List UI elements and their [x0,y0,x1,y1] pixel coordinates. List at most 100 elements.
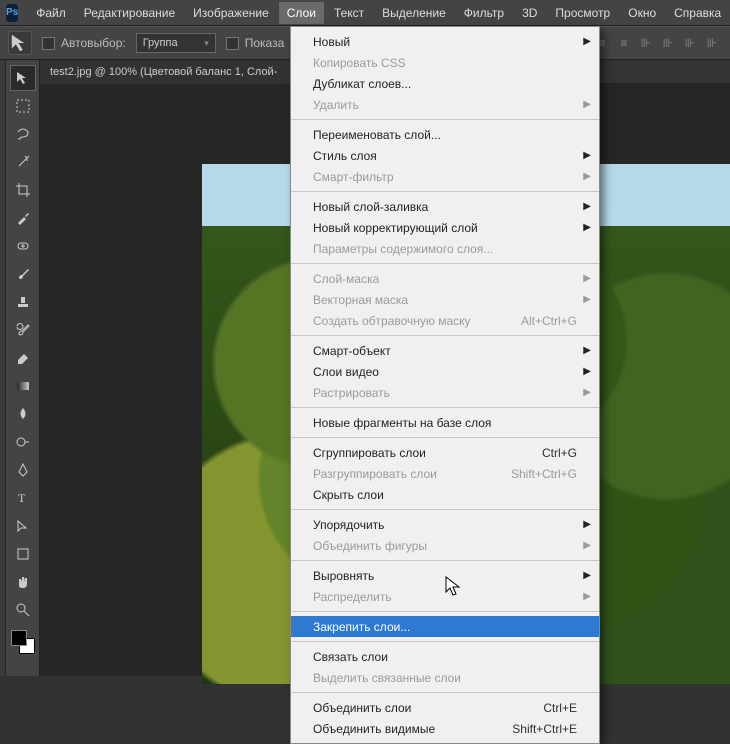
hand-tool[interactable] [10,569,36,595]
document-tab[interactable]: test2.jpg @ 100% (Цветовой баланс 1, Сло… [40,60,300,84]
checkbox-box[interactable] [42,37,55,50]
menu-item-shortcut: Ctrl+G [542,446,577,460]
move-tool-icon[interactable] [8,31,32,55]
stamp-tool[interactable] [10,289,36,315]
panel-strip [0,60,6,676]
submenu-arrow-icon: ▶ [583,540,591,551]
type-tool[interactable]: T [10,485,36,511]
menu-item[interactable]: Объединить слоиCtrl+E [291,697,599,718]
menu-окно[interactable]: Окно [620,2,664,24]
menu-item-shortcut: Shift+Ctrl+E [512,722,577,736]
menu-item-label: Сгруппировать слои [313,446,530,460]
color-swatches[interactable] [11,630,35,654]
eyedropper-tool[interactable] [10,205,36,231]
menu-item-label: Распределить [313,590,577,604]
menu-item[interactable]: Закрепить слои... [291,616,599,637]
lasso-tool[interactable] [10,121,36,147]
menu-item[interactable]: Выровнять▶ [291,565,599,586]
zoom-tool[interactable] [10,597,36,623]
tools-panel: T [6,60,40,676]
menu-item[interactable]: Переименовать слой... [291,124,599,145]
menu-item-shortcut: Alt+Ctrl+G [521,314,577,328]
magic-wand-tool[interactable] [10,149,36,175]
path-select-tool[interactable] [10,513,36,539]
auto-select-checkbox[interactable]: Автовыбор: [42,36,126,50]
menu-item[interactable]: Дубликат слоев... [291,73,599,94]
menu-item: Слой-маска ▶ [291,268,599,289]
distribute-icon[interactable]: ⊪ [702,33,722,53]
submenu-arrow-icon: ▶ [583,222,591,233]
menu-текст[interactable]: Текст [326,2,372,24]
menu-item[interactable]: Сгруппировать слои Ctrl+G [291,442,599,463]
menu-item: Распределить ▶ [291,586,599,607]
menu-item[interactable]: Смарт-объект▶ [291,340,599,361]
menu-изображение[interactable]: Изображение [185,2,277,24]
shape-tool[interactable] [10,541,36,567]
menu-item-label: Новый корректирующий слой [313,221,577,235]
menu-item-label: Закрепить слои... [313,620,577,634]
menu-item-label: Новые фрагменты на базе слоя [313,416,577,430]
eraser-tool[interactable] [10,345,36,371]
align-icon[interactable]: ≡ [614,33,634,53]
brush-tool[interactable] [10,261,36,287]
menu-item[interactable]: Стиль слоя▶ [291,145,599,166]
menu-item-label: Слой-маска [313,272,577,286]
menu-item: Векторная маска ▶ [291,289,599,310]
menu-item[interactable]: Слои видео▶ [291,361,599,382]
marquee-tool[interactable] [10,93,36,119]
move-tool[interactable] [10,65,36,91]
menu-item-label: Выделить связанные слои [313,671,577,685]
gradient-tool[interactable] [10,373,36,399]
distribute-icon[interactable]: ⊪ [636,33,656,53]
menu-item-label: Скрыть слои [313,488,577,502]
submenu-arrow-icon: ▶ [583,591,591,602]
menu-item[interactable]: Новый корректирующий слой ▶ [291,217,599,238]
menu-item: Смарт-фильтр▶ [291,166,599,187]
healing-tool[interactable] [10,233,36,259]
menubar: Ps ФайлРедактированиеИзображениеСлоиТекс… [0,0,730,26]
menu-item-label: Объединить слои [313,701,531,715]
show-checkbox[interactable]: Показа [226,36,285,50]
dodge-tool[interactable] [10,429,36,455]
foreground-color-swatch[interactable] [11,630,27,646]
menu-item-label: Векторная маска [313,293,577,307]
checkbox-box[interactable] [226,37,239,50]
menu-item-label: Новый слой-заливка [313,200,577,214]
menu-редактирование[interactable]: Редактирование [76,2,183,24]
submenu-arrow-icon: ▶ [583,294,591,305]
menu-справка[interactable]: Справка [666,2,729,24]
history-brush-tool[interactable] [10,317,36,343]
menu-item-label: Удалить [313,98,577,112]
menu-item[interactable]: Связать слои [291,646,599,667]
submenu-arrow-icon: ▶ [583,273,591,284]
menu-item[interactable]: Скрыть слои [291,484,599,505]
menu-item[interactable]: Объединить видимые Shift+Ctrl+E [291,718,599,739]
menu-просмотр[interactable]: Просмотр [547,2,618,24]
menu-item-label: Объединить видимые [313,722,500,736]
distribute-icon[interactable]: ⊪ [680,33,700,53]
menu-item-label: Объединить фигуры [313,539,577,553]
menu-item[interactable]: Упорядочить▶ [291,514,599,535]
menu-item: Копировать CSS [291,52,599,73]
menu-item: Создать обтравочную маскуAlt+Ctrl+G [291,310,599,331]
menu-item[interactable]: Новый▶ [291,31,599,52]
distribute-icon[interactable]: ⊪ [658,33,678,53]
menu-выделение[interactable]: Выделение [374,2,454,24]
menu-item[interactable]: Новый слой-заливка▶ [291,196,599,217]
menu-фильтр[interactable]: Фильтр [456,2,512,24]
menu-файл[interactable]: Файл [28,2,74,24]
menu-item-label: Параметры содержимого слоя... [313,242,577,256]
menu-item-label: Дубликат слоев... [313,77,577,91]
blur-tool[interactable] [10,401,36,427]
menu-слои[interactable]: Слои [279,2,324,24]
submenu-arrow-icon: ▶ [583,150,591,161]
menu-item[interactable]: Новые фрагменты на базе слоя [291,412,599,433]
group-select-value: Группа [143,37,178,49]
pen-tool[interactable] [10,457,36,483]
menu-3d[interactable]: 3D [514,2,545,24]
document-tab-title: test2.jpg @ 100% (Цветовой баланс 1, Сло… [50,66,277,78]
group-select[interactable]: Группа ▾ [136,33,216,53]
menu-item-label: Связать слои [313,650,577,664]
crop-tool[interactable] [10,177,36,203]
submenu-arrow-icon: ▶ [583,345,591,356]
